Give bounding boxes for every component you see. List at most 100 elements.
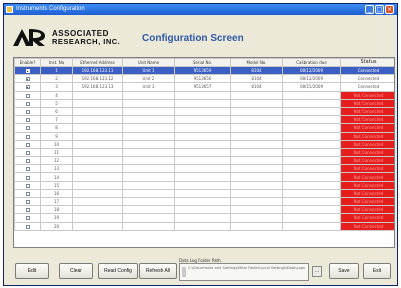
- column-header-unit-name[interactable]: Unit Name: [122, 58, 175, 67]
- inst-no-cell[interactable]: 2: [40, 74, 73, 84]
- table-row[interactable]: 18 Not Connected: [14, 205, 394, 215]
- enable-checkbox[interactable]: [25, 93, 30, 98]
- calibration-due-cell[interactable]: [282, 221, 341, 231]
- clear-button[interactable]: Clear: [59, 263, 93, 279]
- table-row[interactable]: 12 Not Connected: [14, 156, 394, 166]
- enable-checkbox[interactable]: [25, 191, 30, 196]
- serial-no-cell[interactable]: [174, 156, 231, 166]
- enable-checkbox[interactable]: [25, 101, 30, 106]
- enable-checkbox[interactable]: [25, 69, 30, 74]
- table-row[interactable]: 19 Not Connected: [14, 213, 394, 223]
- calibration-due-cell[interactable]: [282, 98, 341, 108]
- table-row[interactable]: 14 Not Connected: [14, 172, 394, 182]
- inst-no-cell[interactable]: 17: [40, 196, 73, 207]
- table-row[interactable]: 13 Not Connected: [14, 164, 394, 174]
- enable-checkbox[interactable]: [25, 118, 30, 123]
- serial-no-cell[interactable]: [174, 205, 231, 215]
- calibration-due-cell[interactable]: 08/12/2009: [282, 74, 341, 84]
- unit-name-cell[interactable]: [122, 131, 175, 141]
- calibration-due-cell[interactable]: [282, 172, 341, 182]
- ethernet-address-cell[interactable]: [72, 221, 123, 231]
- enable-checkbox[interactable]: [25, 216, 30, 221]
- ethernet-address-cell[interactable]: [72, 98, 123, 108]
- column-header-enable[interactable]: Enable?: [14, 58, 41, 67]
- unit-name-cell[interactable]: [122, 90, 175, 100]
- inst-no-cell[interactable]: 18: [40, 205, 73, 215]
- enable-checkbox[interactable]: [25, 200, 30, 205]
- serial-no-cell[interactable]: [174, 172, 231, 182]
- serial-no-cell[interactable]: [174, 221, 231, 231]
- inst-no-cell[interactable]: 9: [40, 131, 73, 141]
- table-row[interactable]: 4 Not Connected: [14, 90, 394, 100]
- enable-checkbox[interactable]: [25, 224, 30, 229]
- model-no-cell[interactable]: [230, 180, 283, 190]
- column-header-ethernet[interactable]: Ethernet Address: [72, 58, 123, 67]
- data-log-path-field[interactable]: C:\Documents and Settings\Main Folder\Lo…: [179, 263, 309, 281]
- model-no-cell[interactable]: [230, 156, 283, 166]
- model-no-cell[interactable]: [230, 115, 283, 125]
- enable-checkbox[interactable]: [25, 175, 30, 180]
- calibration-due-cell[interactable]: [282, 139, 341, 149]
- serial-no-cell[interactable]: 9513657: [174, 82, 231, 92]
- table-row[interactable]: 8 Not Connected: [14, 123, 394, 133]
- serial-no-cell[interactable]: [174, 90, 231, 100]
- unit-name-cell[interactable]: Unit 1: [122, 65, 175, 76]
- table-row[interactable]: 15 Not Connected: [14, 180, 394, 190]
- ethernet-address-cell[interactable]: [72, 180, 123, 190]
- enable-checkbox[interactable]: [25, 85, 30, 90]
- enable-checkbox[interactable]: [25, 126, 30, 131]
- model-no-cell[interactable]: 8104: [230, 82, 283, 92]
- inst-no-cell[interactable]: 11: [40, 147, 73, 158]
- unit-name-cell[interactable]: [122, 213, 175, 223]
- table-row[interactable]: 7 Not Connected: [14, 115, 394, 125]
- serial-no-cell[interactable]: [174, 147, 231, 158]
- calibration-due-cell[interactable]: [282, 123, 341, 133]
- model-no-cell[interactable]: [230, 221, 283, 231]
- model-no-cell[interactable]: [230, 164, 283, 174]
- model-no-cell[interactable]: [230, 90, 283, 100]
- calibration-due-cell[interactable]: [282, 205, 341, 215]
- model-no-cell[interactable]: [230, 205, 283, 215]
- calibration-due-cell[interactable]: [282, 188, 341, 199]
- ethernet-address-cell[interactable]: [72, 115, 123, 125]
- ethernet-address-cell[interactable]: 192.168.123.13: [72, 82, 123, 92]
- ethernet-address-cell[interactable]: [72, 205, 123, 215]
- ethernet-address-cell[interactable]: [72, 172, 123, 182]
- serial-no-cell[interactable]: [174, 106, 231, 117]
- column-header-serial[interactable]: Serial No.: [174, 58, 231, 67]
- browse-folder-button[interactable]: ...: [312, 266, 322, 277]
- serial-no-cell[interactable]: [174, 188, 231, 199]
- inst-no-cell[interactable]: 7: [40, 115, 73, 125]
- read-config-button[interactable]: Read Config: [98, 263, 138, 279]
- ethernet-address-cell[interactable]: [72, 196, 123, 207]
- column-header-calibration[interactable]: Calibration due: [282, 58, 341, 67]
- unit-name-cell[interactable]: [122, 156, 175, 166]
- table-row[interactable]: 2 192.168.123.12 Unit 2 9513656 8104 08/12/20…: [14, 74, 394, 84]
- calibration-due-cell[interactable]: [282, 106, 341, 117]
- calibration-due-cell[interactable]: [282, 147, 341, 158]
- save-button[interactable]: Save: [329, 263, 359, 279]
- column-header-inst-no[interactable]: Inst. No: [40, 58, 73, 67]
- table-row[interactable]: 9 Not Connected: [14, 131, 394, 141]
- model-no-cell[interactable]: [230, 188, 283, 199]
- enable-checkbox[interactable]: [25, 150, 30, 155]
- model-no-cell[interactable]: [230, 147, 283, 158]
- inst-no-cell[interactable]: 4: [40, 90, 73, 100]
- inst-no-cell[interactable]: 14: [40, 172, 73, 182]
- model-no-cell[interactable]: [230, 172, 283, 182]
- enable-checkbox[interactable]: [25, 208, 30, 213]
- table-row[interactable]: 3 192.168.123.13 Unit 3 9513657 8104 08/15/20…: [14, 82, 394, 92]
- inst-no-cell[interactable]: 12: [40, 156, 73, 166]
- instruments-table[interactable]: Enable? Inst. No Ethernet Address Unit N…: [13, 57, 395, 248]
- enable-checkbox[interactable]: [25, 134, 30, 139]
- serial-no-cell[interactable]: [174, 213, 231, 223]
- enable-checkbox[interactable]: [25, 183, 30, 188]
- table-row[interactable]: 6 Not Connected: [14, 106, 394, 117]
- table-row[interactable]: 20 Not Connected: [14, 221, 394, 231]
- unit-name-cell[interactable]: Unit 3: [122, 82, 175, 92]
- unit-name-cell[interactable]: [122, 221, 175, 231]
- inst-no-cell[interactable]: 8: [40, 123, 73, 133]
- table-row[interactable]: 11 Not Connected: [14, 147, 394, 158]
- calibration-due-cell[interactable]: [282, 213, 341, 223]
- ethernet-address-cell[interactable]: [72, 123, 123, 133]
